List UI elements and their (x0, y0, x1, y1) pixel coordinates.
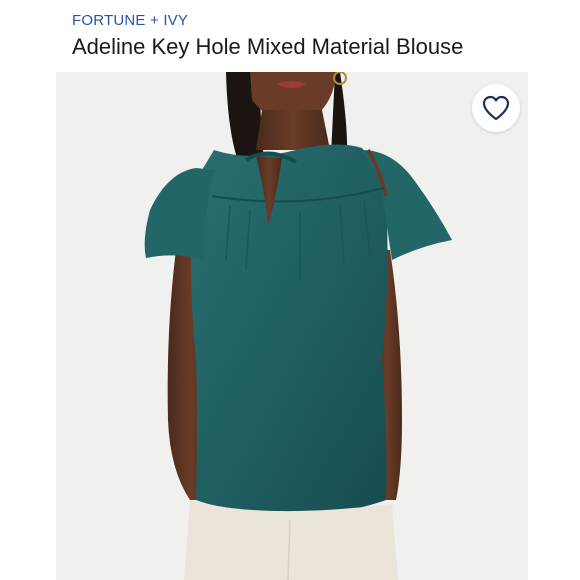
brand-name[interactable]: FORTUNE + IVY (72, 12, 188, 29)
product-header: FORTUNE + IVY Adeline Key Hole Mixed Mat… (56, 0, 528, 72)
heart-outline-icon (482, 95, 510, 121)
product-listing: FORTUNE + IVY Adeline Key Hole Mixed Mat… (0, 0, 580, 580)
left-margin (0, 0, 56, 580)
right-margin (528, 0, 580, 580)
favorite-button[interactable] (472, 84, 520, 132)
product-title: Adeline Key Hole Mixed Material Blouse (72, 34, 464, 59)
